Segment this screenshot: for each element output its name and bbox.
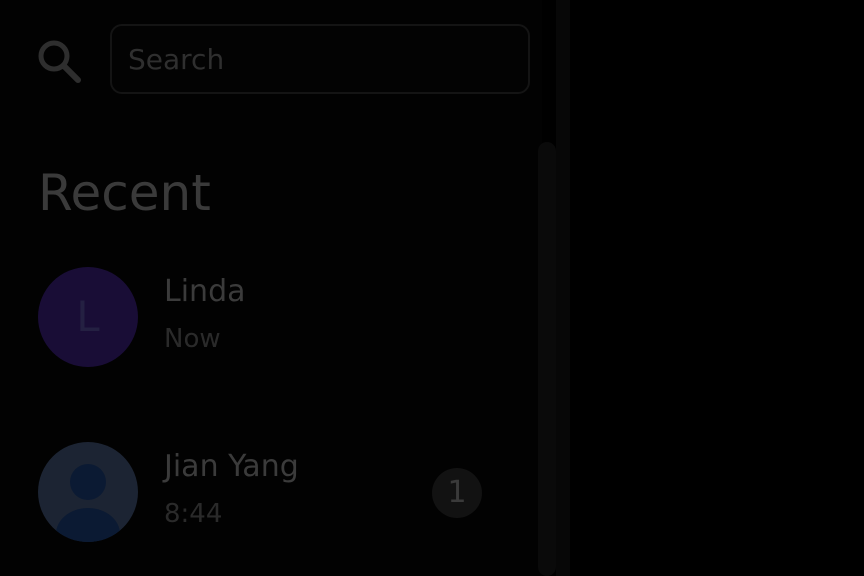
avatar: [38, 442, 138, 542]
panel-divider[interactable]: [556, 0, 570, 576]
contact-item-jian-yang[interactable]: Jian Yang 8:44 1: [38, 442, 538, 542]
contact-name: Linda: [164, 274, 246, 309]
chat-panel: [570, 0, 864, 576]
contacts-scrollbar[interactable]: [538, 142, 556, 576]
person-icon: [56, 464, 120, 542]
avatar-initial: L: [76, 292, 100, 341]
contact-time: Now: [164, 324, 221, 354]
contact-item-linda[interactable]: L Linda Now: [38, 267, 538, 367]
search-bar: [34, 24, 532, 96]
search-icon[interactable]: [34, 36, 84, 86]
search-input[interactable]: [110, 24, 530, 94]
contact-name: Jian Yang: [164, 449, 299, 484]
unread-badge: 1: [432, 468, 482, 518]
contact-time: 8:44: [164, 499, 223, 529]
recent-section-title: Recent: [38, 164, 211, 222]
messaging-app: Recent L Linda Now Jian Yang 8:44 1: [0, 0, 864, 576]
contacts-sidebar: Recent L Linda Now Jian Yang 8:44 1: [0, 0, 556, 576]
avatar: L: [38, 267, 138, 367]
